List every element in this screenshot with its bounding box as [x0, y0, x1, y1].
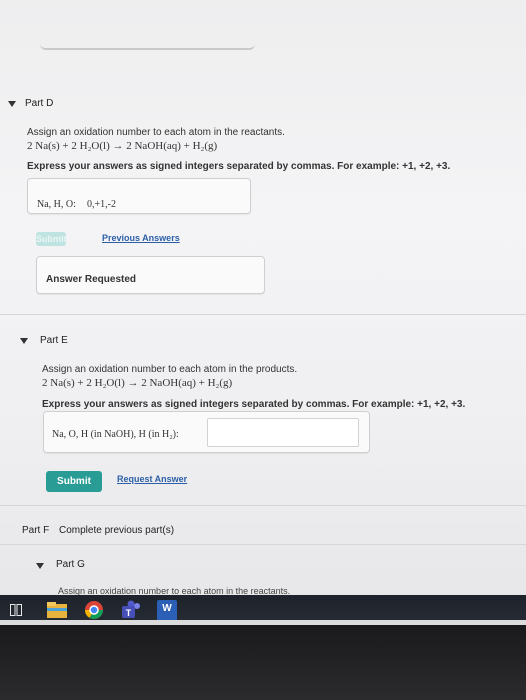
part-d-input-label: Na, H, O:: [37, 199, 76, 210]
part-g-title[interactable]: Part G: [56, 559, 85, 570]
part-d-submit-button-disabled[interactable]: Submit: [36, 232, 67, 246]
file-explorer-icon[interactable]: [47, 602, 67, 618]
part-e-request-answer-link[interactable]: Request Answer: [117, 474, 187, 484]
teams-icon[interactable]: T: [120, 600, 142, 620]
part-g-collapse-caret-icon[interactable]: [36, 563, 44, 569]
part-d-input-value: 0,+1,-2: [87, 199, 116, 210]
monitor-bezel: [0, 625, 526, 700]
previous-part-answer-box-edge: [40, 38, 255, 50]
part-d-answer-box[interactable]: Na, H, O: 0,+1,-2: [27, 178, 251, 214]
part-e-input-label: Na, O, H (in NaOH), H (in H₂):: [52, 429, 179, 440]
teams-letter: T: [126, 608, 132, 618]
part-e-title[interactable]: Part E: [40, 335, 68, 346]
part-e-instruction: Assign an oxidation number to each atom …: [42, 364, 298, 375]
chrome-icon[interactable]: [84, 600, 104, 620]
part-d-feedback-text: Answer Requested: [46, 274, 137, 285]
part-d-title[interactable]: Part D: [25, 98, 53, 109]
task-view-icon[interactable]: [10, 604, 22, 616]
part-f-title: Part F: [22, 525, 50, 536]
section-divider: [0, 544, 526, 545]
word-icon[interactable]: W: [157, 600, 177, 620]
browser-viewport: Part D Assign an oxidation number to eac…: [0, 0, 526, 620]
part-d-format-note: Express your answers as signed integers …: [27, 161, 451, 172]
part-e-collapse-caret-icon[interactable]: [20, 338, 28, 344]
part-e-submit-button[interactable]: Submit: [46, 471, 102, 492]
part-d-collapse-caret-icon[interactable]: [8, 101, 16, 107]
section-divider: [0, 505, 526, 506]
part-e-answer-box: Na, O, H (in NaOH), H (in H₂):: [43, 411, 370, 453]
part-e-equation: 2 Na(s) + 2 H₂O(l) → 2 NaOH(aq) + H₂(g): [42, 377, 233, 389]
windows-taskbar: T W: [0, 595, 526, 620]
word-letter: W: [162, 603, 172, 614]
part-f-status: Complete previous part(s): [59, 525, 175, 536]
part-e-answer-input[interactable]: [207, 418, 359, 447]
part-d-equation: 2 Na(s) + 2 H₂O(l) → 2 NaOH(aq) + H₂(g): [27, 140, 218, 152]
part-d-instruction: Assign an oxidation number to each atom …: [27, 127, 285, 138]
part-d-previous-answers-link[interactable]: Previous Answers: [102, 233, 180, 243]
section-divider: [0, 314, 526, 315]
part-e-format-note: Express your answers as signed integers …: [42, 399, 466, 410]
part-d-feedback-box: Answer Requested: [36, 256, 265, 294]
